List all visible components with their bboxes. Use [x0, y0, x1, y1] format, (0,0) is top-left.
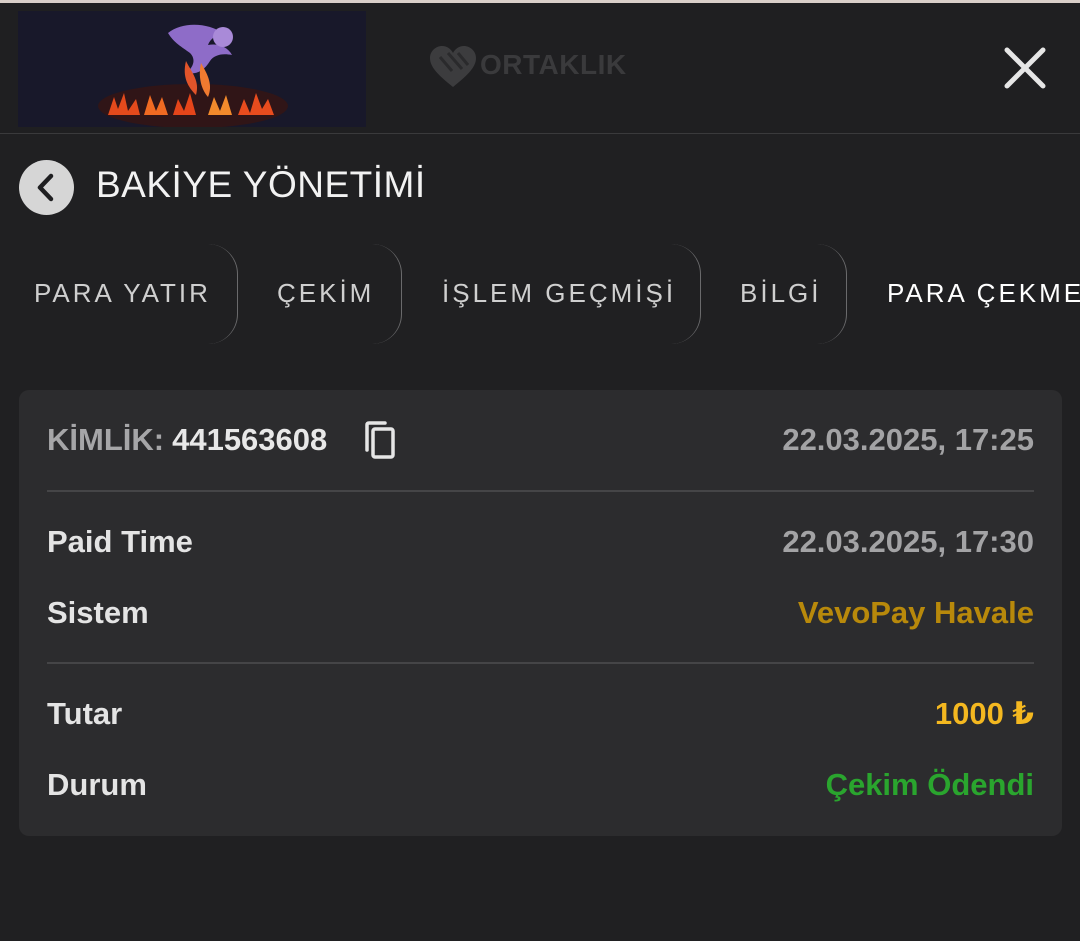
- transaction-id: KİMLİK: 441563608: [47, 422, 327, 458]
- back-button[interactable]: [19, 160, 74, 215]
- phoenix-fire-logo-icon: [18, 11, 366, 128]
- partner-logo[interactable]: ORTAKLIK: [428, 41, 626, 93]
- close-icon: [1004, 47, 1046, 89]
- page-title: BAKİYE YÖNETİMİ: [96, 164, 426, 205]
- tab-bilgi[interactable]: BİLGİ: [703, 244, 850, 344]
- close-button[interactable]: [998, 41, 1052, 95]
- partner-logo-text: ORTAKLIK: [480, 49, 627, 80]
- transaction-id-value: 441563608: [172, 422, 328, 457]
- status-value: Çekim Ödendi: [825, 767, 1034, 802]
- amount-value: 1000 ₺: [934, 696, 1034, 731]
- divider: [47, 662, 1034, 664]
- copy-button[interactable]: [363, 420, 397, 460]
- paid-time-label: Paid Time: [47, 524, 193, 559]
- tab-label: PARA ÇEKME: [887, 278, 1080, 308]
- tab-cekim[interactable]: ÇEKİM: [240, 244, 405, 344]
- tab-label: İŞLEM GEÇMİŞİ: [442, 278, 677, 308]
- tab-separator: [817, 244, 847, 344]
- system-label: Sistem: [47, 595, 149, 630]
- system-value: VevoPay Havale: [797, 595, 1034, 630]
- tab-label: ÇEKİM: [277, 278, 375, 308]
- transaction-card: KİMLİK: 441563608 22.03.2025, 17:25 Paid …: [19, 390, 1062, 836]
- tab-label: PARA YATIR: [34, 278, 211, 308]
- transaction-created-date: 22.03.2025, 17:25: [782, 422, 1034, 457]
- tab-separator: [372, 244, 402, 344]
- tab-separator: [671, 244, 701, 344]
- chevron-left-icon: [37, 173, 54, 202]
- status-label: Durum: [47, 767, 147, 802]
- tab-bar: PARA YATIR ÇEKİM İŞLEM GEÇMİŞİ BİLGİ PAR…: [0, 244, 1080, 344]
- divider: [47, 490, 1034, 492]
- brand-logo[interactable]: [18, 11, 366, 128]
- tab-islem-gecmisi[interactable]: İŞLEM GEÇMİŞİ: [405, 244, 703, 344]
- tab-separator: [208, 244, 238, 344]
- tab-para-cekme[interactable]: PARA ÇEKME: [850, 244, 1080, 344]
- tab-label: BİLGİ: [740, 278, 822, 308]
- amount-label: Tutar: [47, 696, 123, 731]
- app-header: ORTAKLIK: [0, 3, 1080, 134]
- copy-icon: [365, 421, 395, 459]
- tab-para-yatir[interactable]: PARA YATIR: [0, 244, 240, 344]
- paid-time-value: 22.03.2025, 17:30: [782, 524, 1034, 559]
- transaction-id-label: KİMLİK:: [47, 422, 165, 457]
- heart-icon: [430, 46, 476, 87]
